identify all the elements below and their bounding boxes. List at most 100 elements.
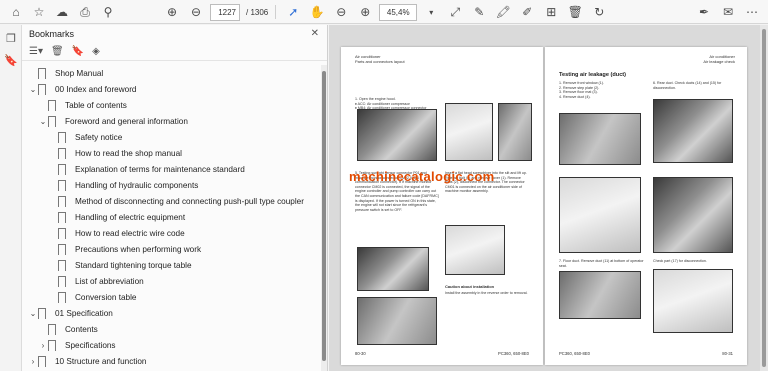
document-page-left: Air conditioner Parts and connectors lay…: [341, 47, 543, 365]
bookmark-icon: [58, 163, 66, 176]
chevron-down-icon[interactable]: ⌄: [38, 117, 48, 126]
bookmark-item[interactable]: Handling of electric equipment: [22, 209, 318, 225]
page-thumbnails-icon[interactable]: ❐: [0, 27, 22, 49]
rotate-icon[interactable]: ↻: [589, 2, 609, 22]
hand-tool-icon[interactable]: ✋: [307, 2, 327, 22]
delete-icon[interactable]: 🗑: [565, 2, 585, 22]
bookmark-item[interactable]: ⌄ Foreword and general information: [22, 113, 318, 129]
bookmark-label: Handling of hydraulic components: [75, 180, 199, 190]
bookmark-item[interactable]: List of abbreviation: [22, 273, 318, 289]
bookmark-item[interactable]: Safety notice: [22, 129, 318, 145]
sign-icon[interactable]: ✒: [694, 2, 714, 22]
bookmark-item[interactable]: Method of disconnecting and connecting p…: [22, 193, 318, 209]
zoom-in-icon[interactable]: ⊕: [355, 2, 375, 22]
bookmark-label: Shop Manual: [55, 68, 104, 78]
mail-icon[interactable]: ✉: [718, 2, 738, 22]
bookmark-icon: [58, 179, 66, 192]
bookmark-label: List of abbreviation: [75, 276, 144, 286]
page-header: Air conditioner Parts and connectors lay…: [355, 54, 405, 64]
search-icon[interactable]: ⚲: [98, 2, 118, 22]
rear-duct-photo: [653, 99, 733, 163]
duct-photo: [559, 113, 641, 165]
bookmark-item[interactable]: › 10 Structure and function: [22, 353, 318, 369]
viewer-scrollbar[interactable]: [760, 25, 768, 371]
select-cursor-icon[interactable]: ➚: [283, 2, 303, 22]
viewer-scrollbar-thumb[interactable]: [762, 29, 766, 367]
bookmark-label: Foreword and general information: [65, 116, 188, 126]
chevron-down-icon[interactable]: ⌄: [28, 309, 38, 318]
bookmark-icon: [58, 147, 66, 160]
bookmark-item[interactable]: Shop Manual: [22, 65, 318, 81]
page-down-icon[interactable]: ⊖: [186, 2, 206, 22]
document-page-right: Air conditioner Air leakage check Testin…: [545, 47, 747, 365]
zoom-select[interactable]: 45,4%: [379, 3, 418, 21]
bookmark-item[interactable]: Conversion table: [22, 289, 318, 305]
comment-icon[interactable]: ✎: [469, 2, 489, 22]
bookmark-icon: [38, 355, 46, 368]
chevron-right-icon[interactable]: ›: [28, 357, 38, 366]
draw-icon[interactable]: ✐: [517, 2, 537, 22]
bookmark-label: 01 Specification: [55, 308, 113, 318]
bookmark-item[interactable]: Precautions when performing work: [22, 241, 318, 257]
tag-bookmark-icon[interactable]: ◈: [92, 46, 100, 57]
panel-photo: [653, 269, 733, 333]
bookmark-item[interactable]: Explanation of terms for maintenance sta…: [22, 161, 318, 177]
connector-photo: [445, 103, 493, 161]
bookmark-item[interactable]: How to read the shop manual: [22, 145, 318, 161]
bookmark-label: Table of contents: [65, 100, 127, 110]
more-icon[interactable]: ⋯: [742, 2, 762, 22]
body-text: Install the assembly in the reverse orde…: [445, 291, 528, 295]
document-viewer[interactable]: Air conditioner Parts and connectors lay…: [329, 25, 768, 371]
page-up-icon[interactable]: ⊕: [162, 2, 182, 22]
bookmark-icon: [38, 67, 46, 80]
highlight-icon[interactable]: 🖍: [493, 2, 513, 22]
print-icon[interactable]: ⎙: [75, 2, 95, 22]
page-number-input[interactable]: 1227: [210, 3, 240, 21]
fit-page-icon[interactable]: ⤢: [445, 2, 465, 22]
bookmark-label: Precautions when performing work: [75, 244, 202, 254]
scrollbar-thumb[interactable]: [322, 71, 326, 361]
bookmark-label: Specifications: [65, 340, 116, 350]
bookmark-label: Contents: [65, 324, 98, 334]
engine-photo: [357, 109, 437, 161]
bookmark-item[interactable]: Handling of hydraulic components: [22, 177, 318, 193]
home-icon[interactable]: ⌂: [6, 2, 26, 22]
chevron-down-icon[interactable]: ▾: [421, 2, 441, 22]
bookmark-add-icon[interactable]: ☆: [29, 2, 49, 22]
bookmark-icon: [48, 115, 56, 128]
bookmarks-scrollbar[interactable]: [321, 65, 327, 371]
page-number-left: 80-30: [355, 351, 366, 356]
bookmark-label: Explanation of terms for maintenance sta…: [75, 164, 245, 174]
chevron-down-icon[interactable]: ⌄: [28, 85, 38, 94]
model-label-left: PC360, 650-8E0: [498, 351, 529, 356]
bookmark-icon: [58, 227, 66, 240]
cloud-upload-icon[interactable]: ☁: [52, 2, 72, 22]
bookmark-tree: Shop Manual ⌄ 00 Index and foreword Table o…: [22, 65, 318, 371]
bookmark-label: 10 Structure and function: [55, 356, 147, 366]
bookmarks-rail-icon[interactable]: 🔖: [0, 49, 22, 71]
bookmark-item[interactable]: Table of contents: [22, 97, 318, 113]
bookmark-item[interactable]: ⌄ 01 Specification: [22, 305, 318, 321]
bookmark-label: Method of disconnecting and connecting p…: [75, 196, 304, 206]
bookmark-label: Standard tightening torque table: [75, 260, 192, 270]
bookmark-item[interactable]: How to read electric wire code: [22, 225, 318, 241]
bookmark-icon: [38, 307, 46, 320]
bookmarks-panel: Bookmarks ✕ ☰▾ 🗑 🔖 ◈ Shop Manual ⌄ 00 Inde…: [22, 25, 328, 371]
bookmark-item[interactable]: Contents: [22, 321, 318, 337]
delete-bookmark-icon[interactable]: 🗑: [51, 46, 64, 57]
body-text: 6. Rear duct. Check ducts (14) and (15) …: [653, 81, 722, 90]
options-menu-icon[interactable]: ☰▾: [29, 46, 43, 57]
bookmark-item[interactable]: › Specifications: [22, 337, 318, 353]
body-text: 1. Remove front window (1). 2. Remove ste…: [559, 81, 604, 99]
close-icon[interactable]: ✕: [311, 28, 319, 39]
zoom-out-icon[interactable]: ⊖: [331, 2, 351, 22]
chevron-right-icon[interactable]: ›: [38, 341, 48, 350]
stamp-icon[interactable]: ⊞: [541, 2, 561, 22]
bookmark-label: Handling of electric equipment: [75, 212, 186, 222]
bookmark-item[interactable]: ⌄ 00 Index and foreword: [22, 81, 318, 97]
bookmark-item[interactable]: Standard tightening torque table: [22, 257, 318, 273]
panel-title: Bookmarks: [29, 29, 75, 39]
bookmark-label: Conversion table: [75, 292, 137, 302]
new-bookmark-icon[interactable]: 🔖: [72, 46, 84, 57]
bookmark-label: Safety notice: [75, 132, 123, 142]
